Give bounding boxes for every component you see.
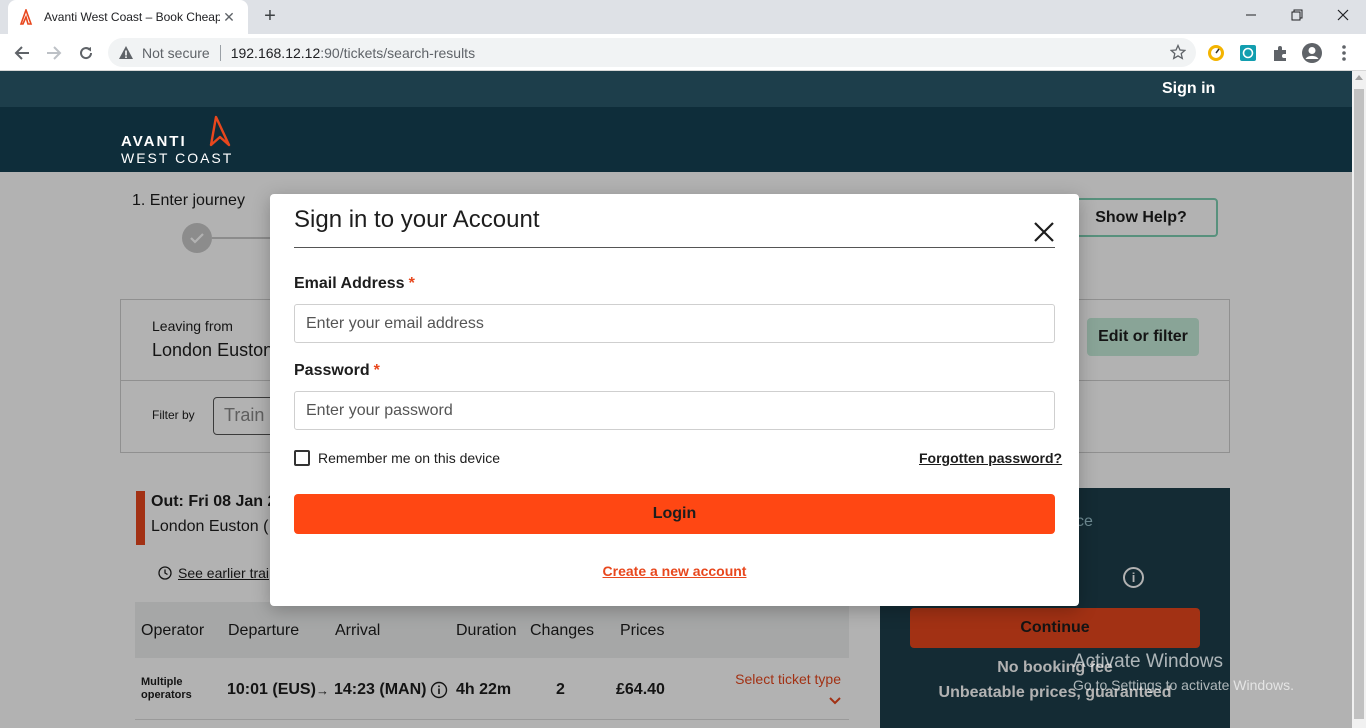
reload-icon[interactable] bbox=[73, 40, 99, 66]
warning-icon bbox=[119, 45, 133, 59]
extension-shield-icon[interactable] bbox=[1238, 43, 1258, 63]
scroll-up-icon[interactable] bbox=[1355, 75, 1363, 80]
windows-activation-watermark: Activate Windows Go to Settings to activ… bbox=[1073, 651, 1294, 693]
close-window-icon[interactable] bbox=[1320, 0, 1366, 30]
url-text: 192.168.12.12:90/tickets/search-results bbox=[231, 45, 475, 61]
logo-line-1: AVANTI bbox=[121, 133, 187, 150]
remember-me-label: Remember me on this device bbox=[318, 450, 501, 466]
restore-icon[interactable] bbox=[1274, 0, 1320, 30]
email-label-text: Email Address bbox=[294, 275, 405, 292]
forward-icon[interactable] bbox=[41, 40, 67, 66]
watermark-line-2: Go to Settings to activate Windows. bbox=[1073, 677, 1294, 693]
omnibox[interactable]: Not secure 192.168.12.12:90/tickets/sear… bbox=[108, 38, 1196, 67]
modal-title: Sign in to your Account bbox=[294, 206, 540, 233]
browser-tab-bar: Avanti West Coast – Book Cheap ✕ + bbox=[0, 0, 1366, 34]
address-bar: Not secure 192.168.12.12:90/tickets/sear… bbox=[0, 34, 1366, 71]
browser-tab[interactable]: Avanti West Coast – Book Cheap ✕ bbox=[8, 0, 248, 34]
password-label: Password * bbox=[294, 362, 380, 380]
watermark-line-1: Activate Windows bbox=[1073, 651, 1223, 672]
email-label: Email Address * bbox=[294, 275, 415, 293]
page-scrollbar[interactable] bbox=[1352, 71, 1366, 728]
login-button[interactable]: Login bbox=[294, 494, 1055, 534]
close-icon[interactable] bbox=[1032, 220, 1056, 244]
create-account-text[interactable]: Create a new account bbox=[603, 563, 747, 579]
remember-me-checkbox[interactable] bbox=[294, 450, 310, 466]
browser-menu-icon[interactable] bbox=[1334, 43, 1354, 63]
minimize-icon[interactable] bbox=[1228, 0, 1274, 30]
modal-title-divider bbox=[294, 247, 1055, 248]
logo-line-2: WEST COAST bbox=[121, 150, 234, 166]
back-icon[interactable] bbox=[9, 40, 35, 66]
forgotten-password-link[interactable]: Forgotten password? bbox=[919, 450, 1062, 466]
scrollbar-thumb[interactable] bbox=[1354, 89, 1364, 719]
sign-in-modal: Sign in to your Account Email Address* P… bbox=[270, 194, 1079, 606]
header-sign-in-link[interactable]: Sign in bbox=[1162, 80, 1215, 98]
email-required-mark: * bbox=[408, 275, 415, 292]
bookmark-star-icon[interactable] bbox=[1170, 44, 1186, 60]
remember-me[interactable]: Remember me on this device bbox=[294, 450, 500, 466]
top-strip: Sign in bbox=[0, 71, 1352, 107]
password-label-text: Password bbox=[294, 362, 370, 379]
omnibox-separator bbox=[219, 44, 221, 61]
password-field[interactable] bbox=[294, 391, 1055, 430]
email-field[interactable] bbox=[294, 304, 1055, 343]
extensions-puzzle-icon[interactable] bbox=[1270, 43, 1290, 63]
extension-gauge-icon[interactable] bbox=[1206, 43, 1226, 63]
profile-avatar-icon[interactable] bbox=[1301, 42, 1323, 64]
web-page: Sign in AVANTI WEST COAST 1. Enter journ… bbox=[0, 71, 1352, 728]
avanti-favicon-icon bbox=[19, 9, 33, 25]
url-path: :90/tickets/search-results bbox=[320, 44, 476, 61]
site-header: AVANTI WEST COAST bbox=[0, 107, 1352, 172]
not-secure-label: Not secure bbox=[142, 44, 210, 61]
tab-title: Avanti West Coast – Book Cheap bbox=[44, 10, 220, 24]
create-account-link: Create a new account bbox=[270, 563, 1079, 579]
url-host: 192.168.12.12 bbox=[230, 44, 321, 61]
tab-close-icon[interactable]: ✕ bbox=[220, 9, 238, 26]
new-tab-icon[interactable]: + bbox=[258, 5, 282, 29]
password-required-mark: * bbox=[373, 362, 380, 379]
avanti-arrow-logo-icon bbox=[209, 115, 231, 147]
